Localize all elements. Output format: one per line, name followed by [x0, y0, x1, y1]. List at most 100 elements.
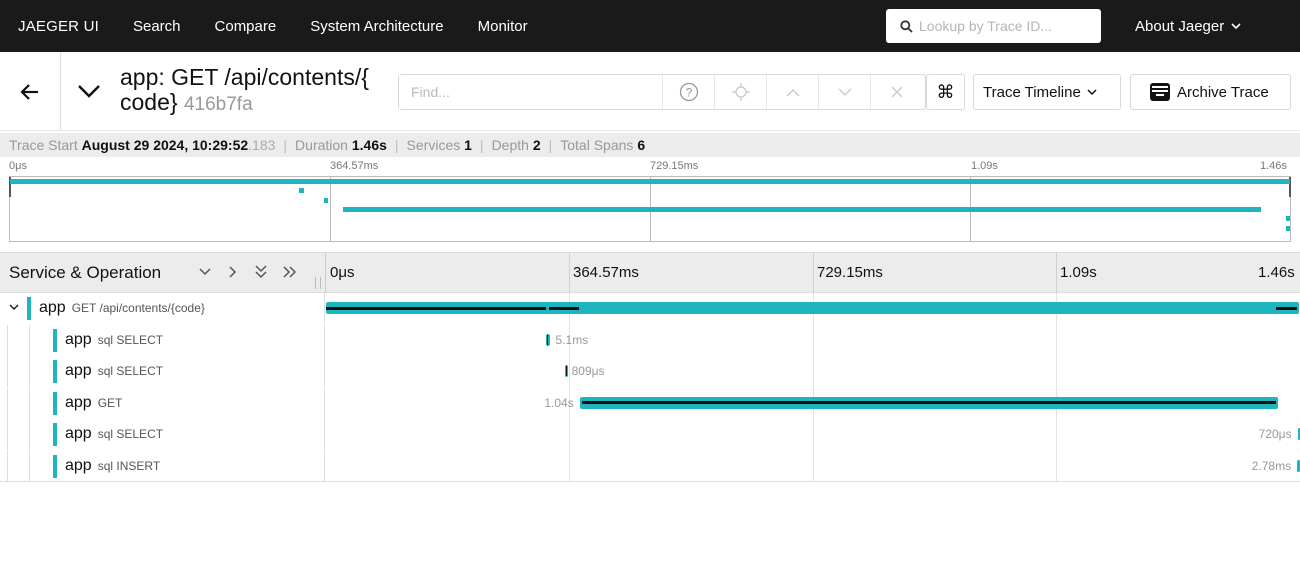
chevron-down-icon: [837, 87, 852, 96]
trace-title: app: GET /api/contents/{ code} 416b7fa: [120, 65, 400, 117]
service-operation-title: Service & Operation: [9, 263, 162, 282]
tree-guide-line: [29, 387, 30, 419]
collapse-header-button[interactable]: [76, 78, 102, 109]
about-jaeger-menu[interactable]: About Jaeger: [1135, 0, 1241, 52]
trace-title-line1: app: GET /api/contents/{: [120, 65, 369, 90]
trace-id: 416b7fa: [183, 94, 253, 115]
operation-name: GET /api/contents/{code}: [71, 301, 205, 315]
expand-one-button[interactable]: [226, 262, 240, 287]
chevron-down-icon: [1231, 22, 1241, 29]
service-name: app sql SELECT: [65, 362, 164, 379]
minimap-span-bar: [1286, 225, 1290, 231]
operation-name: sql SELECT: [97, 364, 164, 378]
critical-path-segment: [581, 401, 1276, 404]
trace-summary: Trace Start August 29 2024, 10:29:52.183…: [0, 133, 1300, 157]
help-button[interactable]: ?: [663, 75, 715, 109]
expand-all-button[interactable]: [282, 262, 298, 287]
trace-minimap[interactable]: [9, 176, 1291, 242]
double-chevron-down-icon: [255, 265, 267, 279]
service-name: app sql INSERT: [65, 456, 161, 474]
critical-path-segment: [326, 306, 546, 310]
tree-guide-line: [7, 324, 8, 356]
tree-guide-line: [29, 324, 30, 356]
find-toolbar: ?: [398, 74, 926, 110]
chevron-down-icon: [1087, 88, 1097, 95]
tree-guide-line: [7, 450, 8, 482]
keyboard-shortcuts-button[interactable]: ⌘: [926, 74, 965, 110]
trace-id-input[interactable]: [919, 18, 1089, 34]
column-resize-grip[interactable]: [315, 277, 321, 289]
span-row[interactable]: app sql SELECT 809μs: [0, 356, 1300, 387]
services-label: Services: [406, 137, 461, 153]
top-nav: JAEGER UI Search Compare System Architec…: [0, 0, 1300, 52]
collapse-one-button[interactable]: [198, 262, 212, 287]
span-name-cell[interactable]: app sql SELECT: [0, 324, 325, 356]
minimap-tick: 729.15ms: [650, 160, 699, 172]
tick-label: 1.46s: [1258, 264, 1295, 281]
critical-path-segment: [1276, 306, 1297, 310]
trace-id-search[interactable]: [886, 9, 1101, 43]
span-row[interactable]: app GET 1.04s: [0, 387, 1300, 419]
service-name: app GET: [65, 393, 123, 411]
brand-logo[interactable]: JAEGER UI: [18, 18, 99, 35]
collapse-all-button[interactable]: [254, 262, 268, 287]
chevron-right-icon: [229, 266, 237, 278]
minimap-ticks: 0μs 364.57ms 729.15ms 1.09s 1.46s: [0, 159, 1300, 175]
span-name-cell[interactable]: app GET /api/contents/{code}: [0, 293, 325, 324]
operation-name: GET: [97, 395, 123, 410]
nav-system-architecture[interactable]: System Architecture: [310, 18, 443, 35]
trace-title-line2: code}: [120, 89, 178, 115]
archive-trace-button[interactable]: Archive Trace: [1130, 74, 1291, 110]
critical-path-segment: [549, 306, 579, 310]
tick-gridline: [569, 253, 570, 293]
command-key-icon: ⌘: [936, 81, 955, 102]
nav-search[interactable]: Search: [133, 18, 181, 35]
span-row[interactable]: app sql SELECT 5.1ms: [0, 324, 1300, 356]
view-mode-label: Trace Timeline: [983, 83, 1081, 101]
span-name-cell[interactable]: app sql SELECT: [0, 419, 325, 450]
minimap-gridline: [330, 177, 331, 241]
tick-label: 1.09s: [1060, 264, 1097, 281]
total-spans-value: 6: [637, 137, 646, 153]
span-row[interactable]: app sql INSERT 2.78ms: [0, 450, 1300, 482]
duration-value: 1.46s: [351, 137, 387, 153]
double-chevron-right-icon: [283, 266, 297, 278]
span-name-cell[interactable]: app sql SELECT: [0, 356, 325, 387]
back-button[interactable]: [0, 52, 61, 131]
find-input[interactable]: [399, 75, 663, 109]
close-icon: [891, 86, 903, 98]
span-row[interactable]: app GET /api/contents/{code}: [0, 293, 1300, 324]
clear-find-button[interactable]: [871, 75, 923, 109]
trace-start-value: August 29 2024, 10:29:52: [81, 137, 249, 153]
archive-icon: [1150, 83, 1170, 101]
tick-gridline: [813, 253, 814, 293]
service-color-bar: [53, 391, 57, 415]
minimap-span-bar: [1286, 216, 1290, 222]
chevron-down-icon: [199, 268, 211, 276]
span-duration-label: 1.04s: [544, 395, 574, 410]
services-value: 1: [464, 137, 472, 153]
tick-gridline: [1056, 253, 1057, 293]
minimap-span-bar: [10, 179, 1290, 184]
view-mode-select[interactable]: Trace Timeline: [973, 74, 1121, 110]
prev-match-button[interactable]: [767, 75, 819, 109]
depth-label: Depth: [491, 137, 529, 153]
nav-compare[interactable]: Compare: [215, 18, 277, 35]
span-row[interactable]: app sql SELECT 720μs: [0, 419, 1300, 450]
trace-header: app: GET /api/contents/{ code} 416b7fa ?: [0, 52, 1300, 131]
operation-name: sql SELECT: [97, 427, 164, 441]
tree-guide-line: [29, 356, 30, 387]
span-name-cell[interactable]: app GET: [0, 387, 325, 419]
column-divider: [325, 253, 326, 293]
operation-name: sql SELECT: [97, 332, 164, 347]
next-match-button[interactable]: [819, 75, 871, 109]
tick-label: 0μs: [330, 264, 355, 281]
tree-guide-line: [7, 419, 8, 450]
locate-button[interactable]: [715, 75, 767, 109]
service-color-bar: [53, 423, 57, 446]
chevron-down-icon[interactable]: [8, 300, 20, 318]
span-duration-label: 720μs: [1258, 427, 1292, 441]
critical-path-segment: [566, 366, 568, 376]
nav-monitor[interactable]: Monitor: [478, 18, 528, 35]
span-name-cell[interactable]: app sql INSERT: [0, 450, 325, 482]
